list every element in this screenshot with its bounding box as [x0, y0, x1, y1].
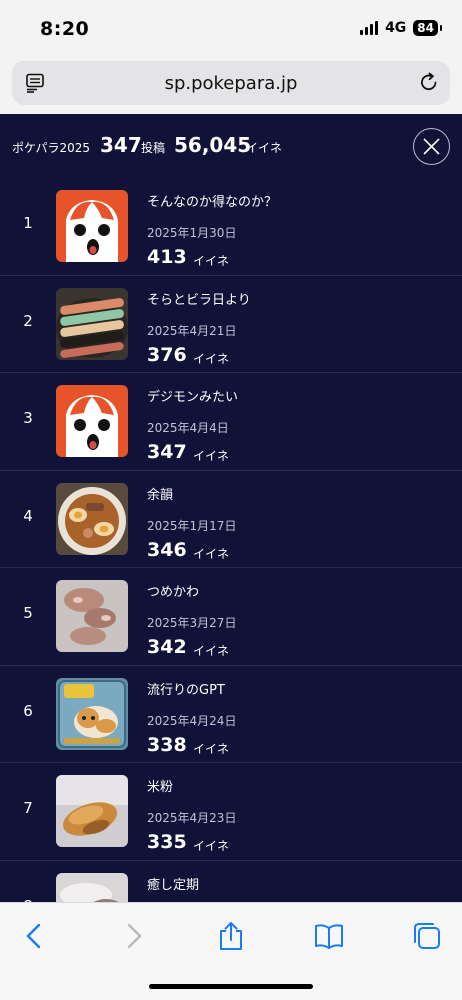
rank-number: 4 [23, 506, 33, 525]
like-label: イイネ [193, 741, 230, 756]
post-thumbnail[interactable] [56, 872, 128, 902]
like-count-value: 342 [147, 636, 187, 658]
network-type: 4G [385, 20, 407, 36]
post-title: 米粉 [147, 780, 174, 795]
post-thumbnail[interactable] [56, 287, 128, 360]
url-text[interactable]: sp.pokepara.jp [12, 73, 450, 94]
like-count-value: 347 [147, 441, 187, 463]
ranking-row[interactable]: 4 余韻 2025年1月17日 346 イイネ [0, 471, 462, 568]
status-bar: 8:20 4G 84 [0, 0, 462, 58]
post-date: 2025年4月23日 [147, 811, 237, 825]
status-time: 8:20 [40, 18, 90, 40]
cellular-signal-icon [360, 21, 379, 35]
post-thumbnail[interactable] [56, 677, 128, 750]
ranking-header: ポケパラ2025 347 投稿 56,045 イイネ [0, 114, 462, 178]
cartoon-face-image [56, 385, 128, 457]
like-label: イイネ [193, 546, 230, 561]
status-indicators: 4G 84 [360, 20, 442, 36]
rank-number: 1 [23, 214, 33, 232]
reload-icon[interactable] [418, 71, 440, 93]
forward-icon[interactable] [118, 921, 148, 951]
post-title: つめかわ [147, 585, 200, 600]
bookmarks-icon[interactable] [314, 921, 344, 951]
share-icon[interactable] [216, 921, 246, 951]
address-bar[interactable]: sp.pokepara.jp [12, 61, 450, 105]
like-label: イイネ [193, 644, 230, 658]
like-count-value: 346 [147, 538, 187, 561]
rank-number: 2 [23, 311, 33, 330]
like-label: イイネ [193, 839, 230, 853]
browser-address-area: sp.pokepara.jp [0, 58, 462, 114]
post-title: デジモンみたい [147, 390, 239, 405]
like-count-label: イイネ [246, 141, 283, 155]
post-thumbnail[interactable] [56, 190, 128, 262]
post-title: 余韻 [147, 487, 174, 503]
ranking-row[interactable]: 8 癒し定期 [0, 861, 462, 902]
ranking-row[interactable]: 1 そんなのか得なのか？ 2025年1月30日 413 イイネ [0, 178, 462, 276]
post-date: 2025年1月30日 [147, 226, 237, 240]
rank-number: 7 [23, 799, 33, 817]
post-thumbnail[interactable] [56, 580, 128, 652]
cat-illustration-image [56, 677, 128, 750]
bread-image [56, 775, 128, 847]
post-thumbnail[interactable] [56, 482, 128, 555]
photo-image [56, 872, 128, 902]
post-title: そらとビラ日より [147, 292, 251, 308]
post-date: 2025年3月27日 [147, 616, 237, 630]
post-count: 347 [100, 133, 142, 157]
ranking-row[interactable]: 5 つめかわ 2025年3月27日 342 イイネ [0, 568, 462, 666]
rank-number: 6 [23, 701, 33, 720]
post-title: 癒し定期 [147, 877, 200, 893]
like-label: イイネ [193, 254, 230, 268]
like-count: 56,045 [174, 133, 252, 157]
like-count-value: 376 [147, 343, 187, 366]
ranking-row[interactable]: 7 米粉 2025年4月23日 335 イイネ [0, 763, 462, 861]
close-button[interactable] [413, 128, 450, 165]
ranking-brand: ポケパラ2025 [12, 141, 91, 155]
ranking-row[interactable]: 2 そらとビラ日より 2025年4月21日 376 イイネ [0, 276, 462, 373]
post-count-label: 投稿 [141, 141, 166, 155]
post-date: 2025年4月21日 [147, 323, 237, 338]
home-indicator [149, 984, 313, 989]
post-title: 流行りのGPT [147, 682, 225, 698]
post-date: 2025年1月17日 [147, 518, 237, 533]
like-label: イイネ [193, 449, 230, 463]
ranking-list: 1 そんなのか得なのか？ 2025年1月30日 413 イイネ 2 そらとビラ日… [0, 178, 462, 902]
post-date: 2025年4月4日 [147, 421, 229, 435]
like-count-value: 413 [147, 246, 187, 268]
post-thumbnail[interactable] [56, 385, 128, 457]
ranking-panel: ポケパラ2025 347 投稿 56,045 イイネ 1 そんなのか得なのか？ … [0, 114, 462, 902]
post-date: 2025年4月24日 [147, 713, 237, 728]
post-title: そんなのか得なのか？ [147, 195, 278, 210]
like-label: イイネ [193, 351, 230, 366]
rank-number: 5 [23, 604, 33, 622]
close-icon [423, 138, 440, 155]
like-count-value: 338 [147, 733, 187, 756]
post-thumbnail[interactable] [56, 775, 128, 847]
ranking-row[interactable]: 6 流行りのGPT 2025年4月24日 338 イイネ [0, 666, 462, 763]
battery-icon: 84 [413, 20, 442, 36]
ranking-row[interactable]: 3 デジモンみたい 2025年4月4日 347 イイネ [0, 373, 462, 471]
like-count-value: 335 [147, 831, 187, 853]
back-icon[interactable] [20, 921, 50, 951]
tabs-icon[interactable] [412, 921, 442, 951]
rank-number: 3 [23, 409, 33, 427]
hands-image [56, 580, 128, 652]
sushi-image [56, 287, 128, 360]
ramen-image [56, 482, 128, 555]
cartoon-face-image [56, 190, 128, 262]
